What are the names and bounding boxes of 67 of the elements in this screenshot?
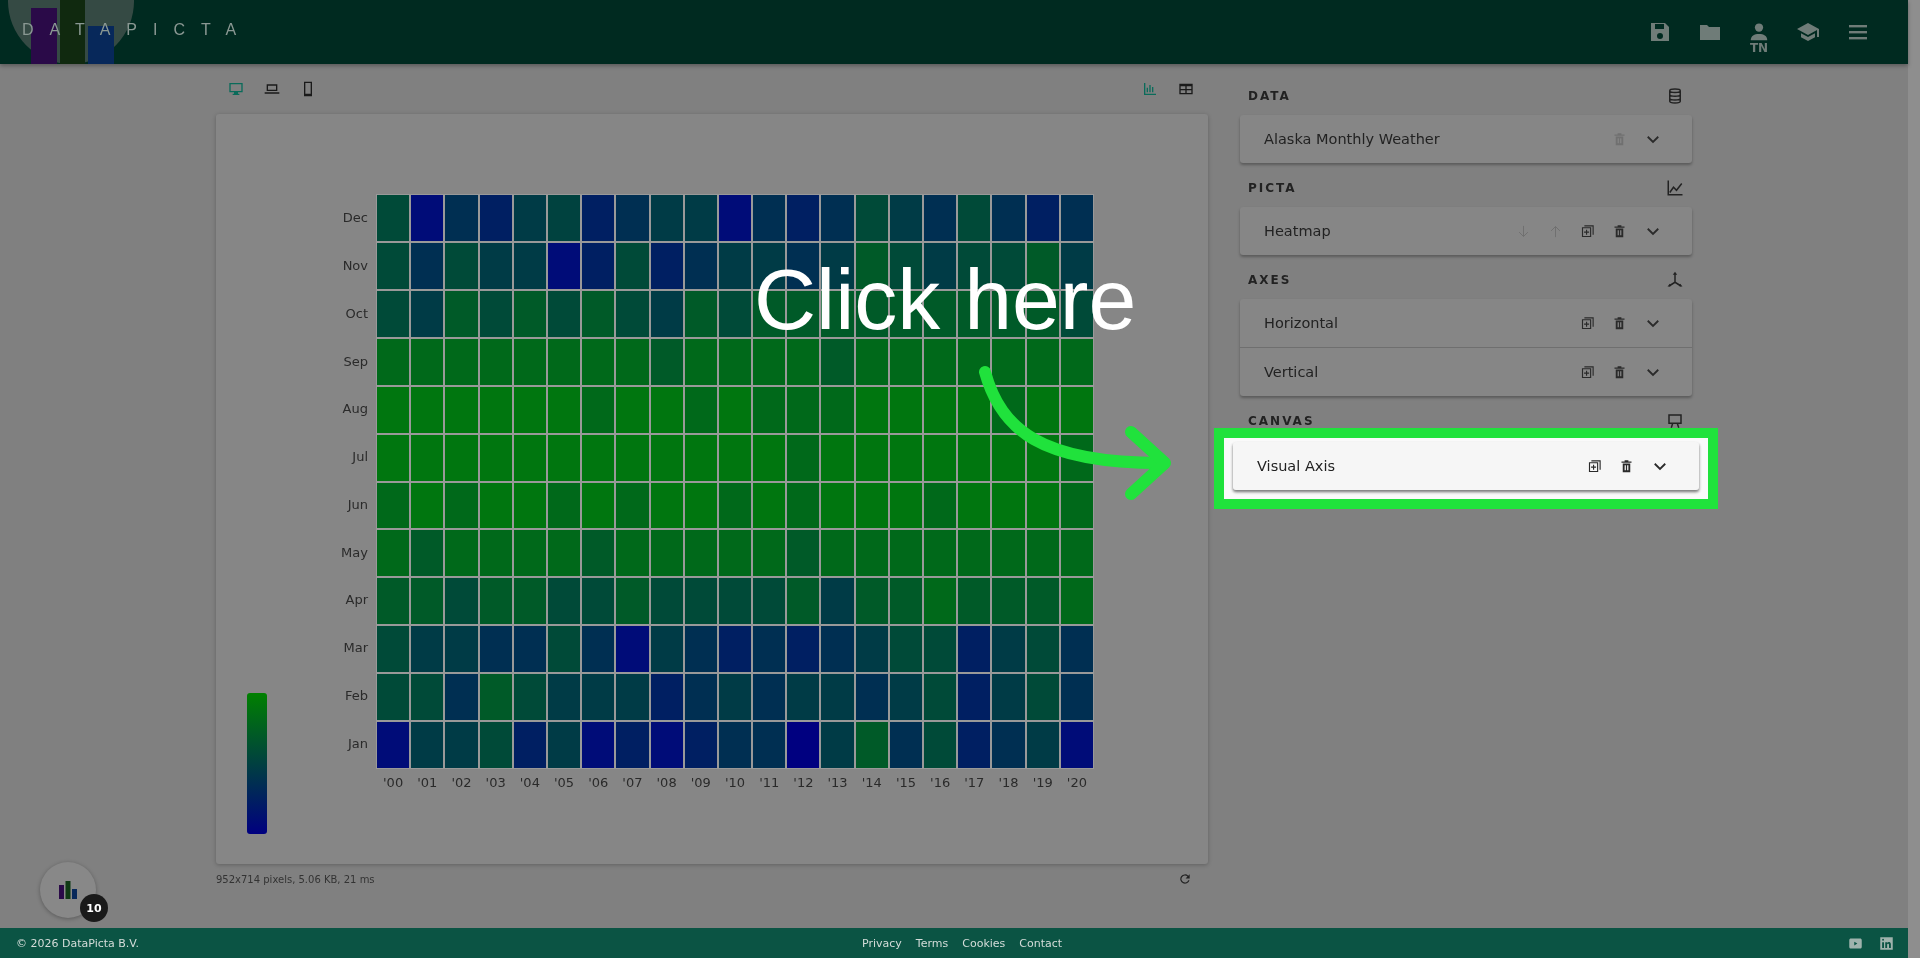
column-label: '02 <box>450 775 473 790</box>
column-label: '05 <box>552 775 576 790</box>
column-label: '08 <box>655 775 678 790</box>
user-initials: TN <box>1749 42 1769 54</box>
column-label: '20 <box>1065 775 1088 790</box>
column-label: '07 <box>621 775 644 790</box>
duplicate-icon[interactable] <box>1587 458 1602 474</box>
footer-link[interactable]: Terms <box>915 936 949 950</box>
footer-link[interactable]: Contact <box>1019 936 1063 950</box>
footer-link[interactable]: Privacy <box>862 936 902 950</box>
scrollbar[interactable] <box>1908 0 1920 958</box>
item-label: Heatmap <box>1264 223 1331 239</box>
section-title: PICTA <box>1248 181 1297 195</box>
column-label: '11 <box>758 775 781 790</box>
line-chart-icon <box>1666 179 1684 197</box>
row-label: Apr <box>344 591 368 610</box>
column-label: '16 <box>929 775 952 790</box>
column-label: '03 <box>484 775 507 790</box>
trash-icon[interactable] <box>1619 458 1634 474</box>
item-label: Horizontal <box>1264 315 1339 331</box>
logo-text[interactable]: DATAPICTA <box>22 21 253 39</box>
list-item[interactable]: Visual Axis <box>1233 442 1699 490</box>
footer-link[interactable]: Cookies <box>962 936 1006 950</box>
item-label: Alaska Monthly Weather <box>1264 131 1440 147</box>
status-text: 952x714 pixels, 5.06 KB, 21 ms <box>216 873 375 885</box>
row-label: Mar <box>342 639 368 658</box>
item-label: Vertical <box>1264 364 1319 380</box>
column-label: '01 <box>416 775 439 790</box>
row-label: Jul <box>350 448 368 467</box>
column-label: '18 <box>997 775 1020 790</box>
column-label: '09 <box>689 775 712 790</box>
refresh-icon[interactable] <box>1178 872 1192 886</box>
column-label: '19 <box>1031 775 1054 790</box>
table-icon[interactable] <box>1178 81 1194 97</box>
graduation-cap-icon[interactable] <box>1796 20 1820 44</box>
axes-icon <box>1666 271 1684 289</box>
copyright-text: © 2026 DataPicta B.V. <box>16 936 139 950</box>
section-title: AXES <box>1248 273 1292 287</box>
bar-chart-icon <box>58 881 78 899</box>
column-label: '04 <box>518 775 541 790</box>
column-label: '17 <box>963 775 986 790</box>
column-label: '00 <box>382 775 405 790</box>
row-label: Feb <box>343 686 368 705</box>
column-label: '15 <box>894 775 917 790</box>
section-title: DATA <box>1248 89 1291 103</box>
row-label: Oct <box>344 304 368 323</box>
row-label: Sep <box>342 352 368 371</box>
row-label: Jan <box>346 734 368 753</box>
save-icon[interactable] <box>1648 20 1672 44</box>
column-label: '12 <box>792 775 815 790</box>
row-label: May <box>340 543 368 562</box>
count-badge: 10 <box>80 894 108 922</box>
row-label: Dec <box>341 209 368 228</box>
row-label: Aug <box>341 400 368 419</box>
row-label: Jun <box>346 495 368 514</box>
column-label: '14 <box>860 775 883 790</box>
section-title: CANVAS <box>1248 414 1315 428</box>
column-label: '13 <box>826 775 849 790</box>
laptop-icon[interactable] <box>264 81 280 97</box>
account-button[interactable]: TN <box>1748 22 1770 54</box>
easel-icon <box>1666 412 1684 430</box>
item-label: Visual Axis <box>1257 458 1335 474</box>
column-label: '10 <box>723 775 747 790</box>
column-label: '06 <box>587 775 610 790</box>
row-label: Nov <box>341 257 368 276</box>
database-icon <box>1666 87 1684 105</box>
linkedin-icon[interactable] <box>1879 935 1894 951</box>
